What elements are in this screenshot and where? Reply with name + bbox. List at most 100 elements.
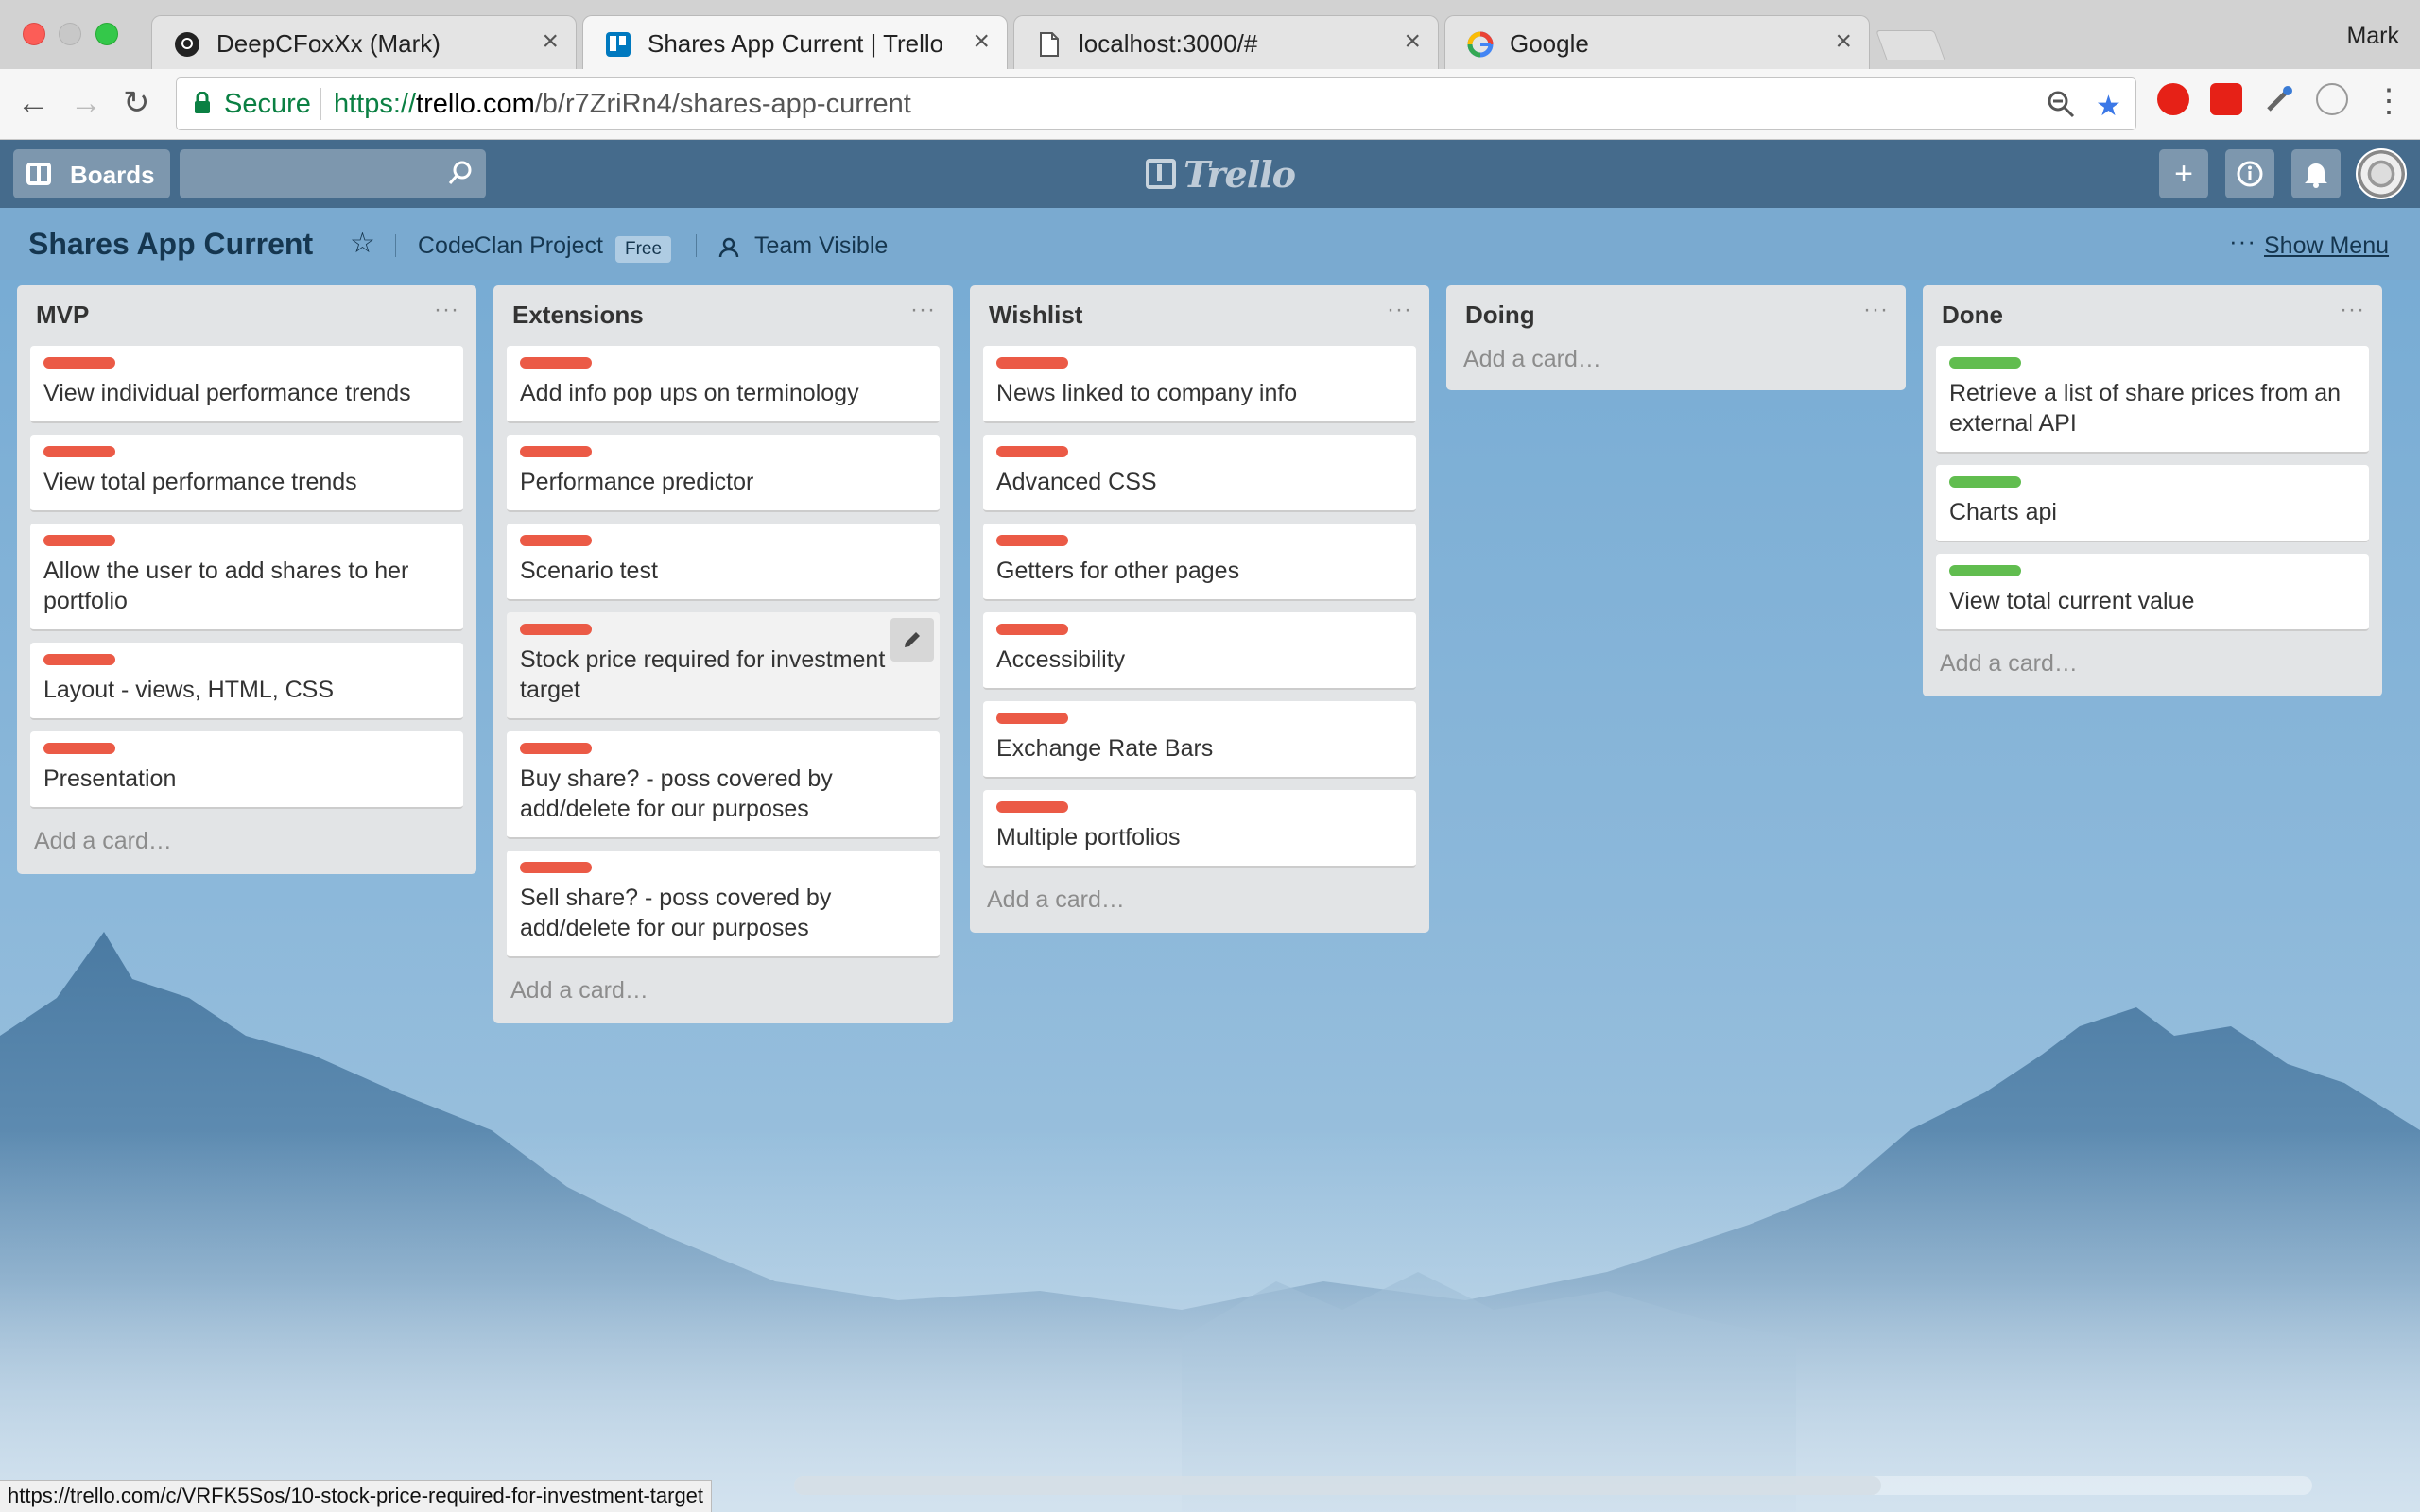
board-title[interactable]: Shares App Current xyxy=(28,227,313,262)
add-card-link[interactable]: Add a card… xyxy=(1936,643,2369,678)
list-title[interactable]: Done xyxy=(1942,301,2003,330)
card[interactable]: View total performance trends xyxy=(30,435,463,512)
card[interactable]: Scenario test xyxy=(507,524,940,601)
info-icon xyxy=(2237,161,2263,187)
card[interactable]: News linked to company info xyxy=(983,346,1416,423)
list-menu-icon[interactable]: ··· xyxy=(910,297,936,323)
list-title[interactable]: Extensions xyxy=(512,301,644,330)
list-title[interactable]: Wishlist xyxy=(989,301,1082,330)
add-button[interactable]: + xyxy=(2159,149,2208,198)
card[interactable]: Stock price required for investment targ… xyxy=(507,612,940,720)
close-window-button[interactable] xyxy=(23,23,45,45)
browser-tab-trello[interactable]: Shares App Current | Trello × xyxy=(582,15,1008,69)
red-label xyxy=(996,357,1068,369)
card[interactable]: Multiple portfolios xyxy=(983,790,1416,868)
reload-icon[interactable]: ↻ xyxy=(123,84,150,122)
scrollbar-thumb[interactable] xyxy=(794,1476,1881,1495)
search-input[interactable] xyxy=(180,149,435,198)
list-menu-icon[interactable]: ··· xyxy=(1387,297,1412,323)
more-icon[interactable]: ··· xyxy=(2229,227,2256,256)
card[interactable]: Retrieve a list of share prices from an … xyxy=(1936,346,2369,454)
card[interactable]: Layout - views, HTML, CSS xyxy=(30,643,463,720)
notifications-button[interactable] xyxy=(2291,149,2341,198)
card[interactable]: Charts api xyxy=(1936,465,2369,542)
trello-logo[interactable]: Trello xyxy=(1146,153,1296,196)
url-text[interactable]: https://trello.com/b/r7ZriRn4/shares-app… xyxy=(334,89,911,120)
boards-button[interactable]: Boards xyxy=(13,149,170,198)
browser-profile-name[interactable]: Mark xyxy=(2346,23,2399,50)
add-card-link[interactable]: Add a card… xyxy=(507,970,940,1005)
card-title: View total performance trends xyxy=(43,469,357,495)
close-tab-icon[interactable]: × xyxy=(1835,26,1852,58)
card[interactable]: Exchange Rate Bars xyxy=(983,701,1416,779)
browser-tab-github[interactable]: DeepCFoxXx (Mark) × xyxy=(151,15,577,69)
card[interactable]: Advanced CSS xyxy=(983,435,1416,512)
status-bar-url: https://trello.com/c/VRFK5Sos/10-stock-p… xyxy=(0,1480,713,1512)
card[interactable]: Allow the user to add shares to her port… xyxy=(30,524,463,631)
info-button[interactable] xyxy=(2225,149,2274,198)
card[interactable]: Accessibility xyxy=(983,612,1416,690)
horizontal-scrollbar[interactable] xyxy=(794,1476,2312,1495)
avatar[interactable] xyxy=(2356,148,2407,199)
extension-icon[interactable] xyxy=(2316,83,2348,115)
add-card-link[interactable]: Add a card… xyxy=(1460,346,1893,373)
card[interactable]: Performance predictor xyxy=(507,435,940,512)
card[interactable]: Getters for other pages xyxy=(983,524,1416,601)
close-tab-icon[interactable]: × xyxy=(973,26,990,58)
card[interactable]: Presentation xyxy=(30,731,463,809)
browser-tab-localhost[interactable]: localhost:3000/# × xyxy=(1013,15,1439,69)
secure-label: Secure xyxy=(224,89,311,119)
opera-extension-icon[interactable] xyxy=(2157,83,2189,115)
red-label xyxy=(996,535,1068,546)
list-menu-icon[interactable]: ··· xyxy=(434,297,459,323)
minimize-window-button[interactable] xyxy=(59,23,81,45)
team-name[interactable]: CodeClan Project xyxy=(418,232,603,260)
divider xyxy=(696,234,697,257)
list-title[interactable]: MVP xyxy=(36,301,89,330)
green-label xyxy=(1949,357,2021,369)
card-title: Add info pop ups on terminology xyxy=(520,380,859,406)
forward-icon[interactable]: → xyxy=(70,84,102,122)
close-tab-icon[interactable]: × xyxy=(542,26,559,58)
search-icon[interactable] xyxy=(448,161,473,185)
list-menu-icon[interactable]: ··· xyxy=(2340,297,2365,323)
list-menu-icon[interactable]: ··· xyxy=(1863,297,1889,323)
red-label xyxy=(43,535,115,546)
browser-tab-google[interactable]: Google × xyxy=(1444,15,1870,69)
back-icon[interactable]: ← xyxy=(17,84,49,122)
add-card-link[interactable]: Add a card… xyxy=(30,820,463,855)
bell-icon xyxy=(2305,163,2327,188)
media-extension-icon[interactable] xyxy=(2210,83,2242,115)
red-label xyxy=(996,446,1068,457)
github-icon xyxy=(173,30,201,59)
list-title[interactable]: Doing xyxy=(1465,301,1535,330)
maximize-window-button[interactable] xyxy=(95,23,118,45)
zoom-icon[interactable] xyxy=(2047,90,2075,126)
google-icon xyxy=(1466,30,1495,59)
card[interactable]: Buy share? - poss covered by add/delete … xyxy=(507,731,940,839)
show-menu-link[interactable]: Show Menu xyxy=(2264,232,2389,260)
card-title: Performance predictor xyxy=(520,469,754,495)
bookmark-star-icon[interactable]: ★ xyxy=(2096,90,2121,123)
card[interactable]: View individual performance trends xyxy=(30,346,463,423)
visibility-button[interactable]: Team Visible xyxy=(754,232,888,260)
star-icon[interactable]: ☆ xyxy=(350,227,375,260)
card[interactable]: View total current value xyxy=(1936,554,2369,631)
close-tab-icon[interactable]: × xyxy=(1404,26,1421,58)
card[interactable]: Sell share? - poss covered by add/delete… xyxy=(507,850,940,958)
card-title: Buy share? - poss covered by add/delete … xyxy=(520,765,833,822)
boards-label: Boards xyxy=(70,161,155,189)
card-title: Multiple portfolios xyxy=(996,824,1181,850)
new-tab-button[interactable] xyxy=(1876,30,1945,60)
eyedropper-extension-icon[interactable] xyxy=(2263,83,2295,115)
edit-card-button[interactable] xyxy=(890,618,934,662)
team-visible-icon xyxy=(718,237,739,258)
add-card-link[interactable]: Add a card… xyxy=(983,879,1416,914)
address-bar[interactable]: Secure https://trello.com/b/r7ZriRn4/sha… xyxy=(176,77,2136,130)
browser-menu-icon[interactable]: ⋮ xyxy=(2373,82,2405,120)
browser-tab-strip: DeepCFoxXx (Mark) × Shares App Current |… xyxy=(0,0,2420,69)
tab-title: Google xyxy=(1510,29,1589,58)
card[interactable]: Add info pop ups on terminology xyxy=(507,346,940,423)
card-title: Exchange Rate Bars xyxy=(996,735,1214,762)
divider xyxy=(320,88,321,120)
